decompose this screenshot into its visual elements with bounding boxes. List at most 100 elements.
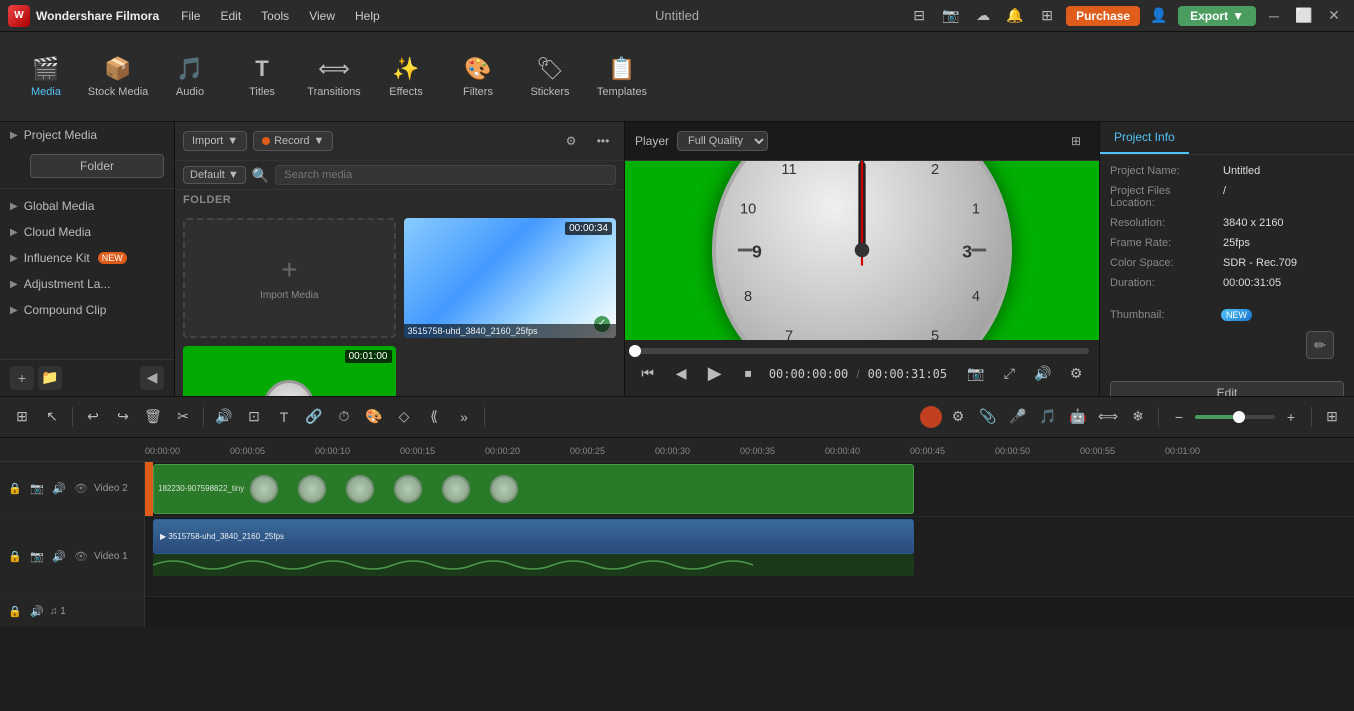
timeline-area: 00:00:00 00:00:05 00:00:10 00:00:15 00:0… — [0, 438, 1354, 711]
menu-edit[interactable]: Edit — [212, 7, 249, 25]
menu-help[interactable]: Help — [347, 7, 388, 25]
prev-frame-button[interactable]: ⏮ — [635, 360, 660, 388]
settings-button[interactable]: ⚙ — [1063, 360, 1088, 388]
sidebar-item-cloud-media[interactable]: ▶ Cloud Media — [0, 219, 174, 245]
tool-audio[interactable]: 🎵 Audio — [156, 39, 224, 115]
tool-media[interactable]: 🎬 Media — [12, 39, 80, 115]
tool-effects[interactable]: ✨ Effects — [372, 39, 440, 115]
voice-button[interactable]: 🎤 — [1004, 403, 1032, 431]
new-folder-button[interactable]: 📁 — [38, 366, 62, 390]
zoom-out-button[interactable]: − — [1165, 403, 1193, 431]
split-mode-button[interactable]: ⊞ — [8, 403, 36, 431]
crop-button[interactable]: ⊡ — [240, 403, 268, 431]
volume-button[interactable]: 🔊 — [1030, 360, 1055, 388]
fullscreen-button[interactable]: ⤢ — [997, 360, 1022, 388]
import-media-item[interactable]: + Import Media — [183, 218, 396, 338]
freeze-button[interactable]: ❄ — [1124, 403, 1152, 431]
filter-icon[interactable]: ⚙ — [558, 128, 584, 154]
track1-lock-button[interactable]: 🔒 — [6, 547, 24, 565]
menu-view[interactable]: View — [301, 7, 343, 25]
progress-bar[interactable] — [635, 348, 1089, 354]
clip-video1[interactable]: ▶ 3515758-uhd_3840_2160_25fps — [153, 519, 914, 554]
audio1-mute-button[interactable]: 🔊 — [28, 603, 46, 621]
track-camera-button[interactable]: 📷 — [28, 480, 46, 498]
beat-button[interactable]: 🎵 — [1034, 403, 1062, 431]
sidebar-item-global-media[interactable]: ▶ Global Media — [0, 193, 174, 219]
screenshot-button[interactable]: 📷 — [963, 360, 988, 388]
redo-button[interactable]: ↪ — [109, 403, 137, 431]
search-input[interactable] — [275, 165, 616, 185]
divider-1 — [72, 407, 73, 427]
keyframe-button[interactable]: ◇ — [390, 403, 418, 431]
audio-detach-button[interactable]: 🔊 — [210, 403, 238, 431]
win-close-button[interactable]: ✕ — [1322, 4, 1346, 28]
select-tool-button[interactable]: ↖ — [38, 403, 66, 431]
record-button[interactable]: Record ▼ — [253, 131, 333, 151]
grid-icon[interactable]: ⊞ — [1034, 3, 1060, 29]
split-button[interactable]: ⟪ — [420, 403, 448, 431]
zoom-slider[interactable] — [1195, 415, 1275, 419]
add-folder-button[interactable]: + — [10, 366, 34, 390]
tool-titles[interactable]: T Titles — [228, 39, 296, 115]
default-select[interactable]: Default ▼ — [183, 166, 246, 184]
sidebar-item-project-media[interactable]: ▶ Project Media — [0, 122, 174, 148]
sidebar-item-influence-kit[interactable]: ▶ Influence Kit NEW — [0, 245, 174, 271]
more-tl-btn[interactable]: » — [450, 403, 478, 431]
track1-eye-button[interactable]: 👁 — [72, 547, 90, 565]
play-button[interactable]: ▶ — [702, 360, 727, 388]
stop-button[interactable]: ⏹ — [735, 360, 760, 388]
color-button[interactable]: 🎨 — [360, 403, 388, 431]
preview-settings-icon[interactable]: ⊞ — [1063, 128, 1089, 154]
ai-button[interactable]: 🤖 — [1064, 403, 1092, 431]
sidebar-item-adjustment[interactable]: ▶ Adjustment La... — [0, 271, 174, 297]
tool-stickers[interactable]: 🏷 Stickers — [516, 39, 584, 115]
media-item-clip1[interactable]: 00:00:34 ✓ 3515758-uhd_3840_2160_25fps — [404, 218, 617, 338]
track1-mute-button[interactable]: 🔊 — [50, 547, 68, 565]
cloud-icon[interactable]: ☁ — [970, 3, 996, 29]
link-button[interactable]: 🔗 — [300, 403, 328, 431]
folder-button[interactable]: Folder — [30, 154, 164, 178]
tool-transitions[interactable]: ⟺ Transitions — [300, 39, 368, 115]
media-item-clip2[interactable]: 🕛 00:01:00 clock-green-screen — [183, 346, 396, 396]
play-backward-button[interactable]: ◀ — [668, 360, 693, 388]
menu-tools[interactable]: Tools — [253, 7, 297, 25]
speed-button[interactable]: ⏱ — [330, 403, 358, 431]
tab-project-info[interactable]: Project Info — [1100, 122, 1189, 154]
transition-tl-button[interactable]: ⟺ — [1094, 403, 1122, 431]
minimize-window-icon[interactable]: ⊟ — [906, 3, 932, 29]
zoom-in-button[interactable]: + — [1277, 403, 1305, 431]
tool-filters[interactable]: 🎨 Filters — [444, 39, 512, 115]
delete-button[interactable]: 🗑 — [139, 403, 167, 431]
more-icon[interactable]: ••• — [590, 128, 616, 154]
camera-icon[interactable]: 📷 — [938, 3, 964, 29]
playhead-marker — [145, 462, 153, 516]
track-lock-button[interactable]: 🔒 — [6, 480, 24, 498]
edit-thumbnail-button[interactable]: ✏ — [1306, 331, 1334, 359]
layout-button[interactable]: ⊞ — [1318, 403, 1346, 431]
import-button[interactable]: Import ▼ — [183, 131, 247, 151]
clip-video2[interactable]: 182230-907598822_tiny — [153, 464, 914, 514]
collapse-panel-button[interactable]: ◀ — [140, 366, 164, 390]
win-minimize-button[interactable]: ─ — [1262, 4, 1286, 28]
undo-button[interactable]: ↩ — [79, 403, 107, 431]
cut-button[interactable]: ✂ — [169, 403, 197, 431]
track-eye-button[interactable]: 👁 — [72, 480, 90, 498]
text-button[interactable]: T — [270, 403, 298, 431]
notification-icon[interactable]: 🔔 — [1002, 3, 1028, 29]
settings-tl-button[interactable]: ⚙ — [944, 403, 972, 431]
track1-camera-button[interactable]: 📷 — [28, 547, 46, 565]
export-button[interactable]: Export ▼ — [1178, 6, 1256, 26]
record-tl-button[interactable] — [920, 406, 942, 428]
tool-templates[interactable]: 📋 Templates — [588, 39, 656, 115]
win-restore-button[interactable]: ⬜ — [1292, 4, 1316, 28]
menu-file[interactable]: File — [173, 7, 208, 25]
account-icon[interactable]: 👤 — [1146, 3, 1172, 29]
edit-button[interactable]: Edit — [1110, 381, 1344, 396]
quality-select[interactable]: Full Quality Half Quality — [677, 131, 768, 151]
track-mute-button[interactable]: 🔊 — [50, 480, 68, 498]
audio1-lock-button[interactable]: 🔒 — [6, 603, 24, 621]
clip-tl-button[interactable]: 📎 — [974, 403, 1002, 431]
sidebar-item-compound-clip[interactable]: ▶ Compound Clip — [0, 297, 174, 323]
tool-stock-media[interactable]: 📦 Stock Media — [84, 39, 152, 115]
purchase-button[interactable]: Purchase — [1066, 6, 1140, 26]
